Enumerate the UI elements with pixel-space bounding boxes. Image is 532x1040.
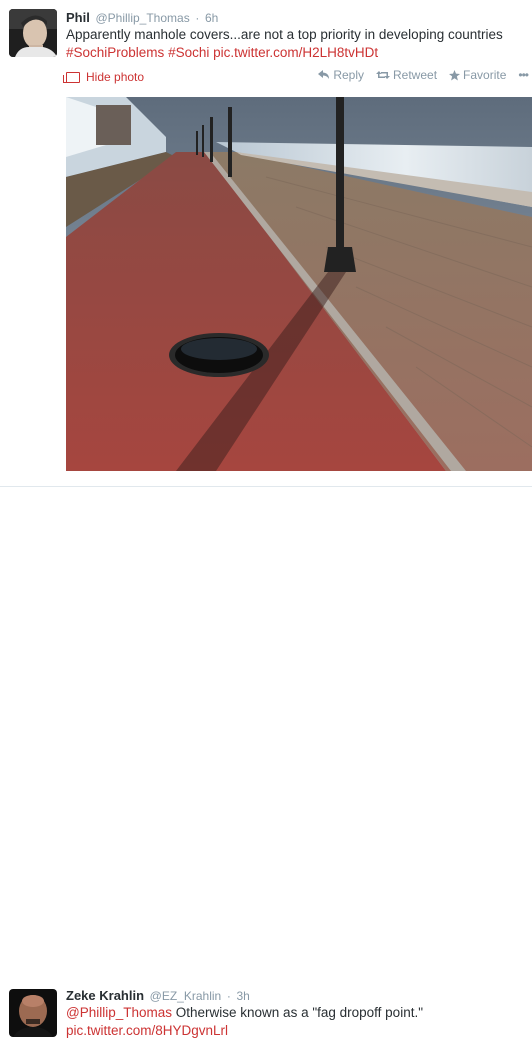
author-name[interactable]: Phil <box>66 10 90 25</box>
author-name[interactable]: Zeke Krahlin <box>66 988 144 1003</box>
avatar-zeke[interactable] <box>9 989 57 1037</box>
tweet-photo[interactable] <box>66 97 532 471</box>
photo-image <box>66 97 532 471</box>
tweet-text: Apparently manhole covers...are not a to… <box>66 26 532 62</box>
reply-label: Reply <box>333 68 364 82</box>
photo-icon <box>63 71 80 83</box>
separator-dot: · <box>195 11 200 25</box>
more-icon: ••• <box>518 68 529 82</box>
favorite-button[interactable]: Favorite <box>449 68 506 82</box>
hide-photo-label: Hide photo <box>86 70 145 84</box>
retweet-button[interactable]: Retweet <box>376 68 437 82</box>
tweet-body: Otherwise known as a "fag dropoff point.… <box>175 1005 423 1020</box>
more-button[interactable]: ••• <box>518 68 529 82</box>
tweet-time[interactable]: 3h <box>236 989 249 1003</box>
tweet-actions: Reply Retweet Favorite ••• <box>318 68 529 82</box>
tweet-phil: Phil @Phillip_Thomas · 6h Apparently man… <box>0 0 532 487</box>
author-handle[interactable]: @EZ_Krahlin <box>150 989 222 1003</box>
hide-photo-button[interactable]: Hide photo <box>63 70 145 84</box>
author-handle[interactable]: @Phillip_Thomas <box>95 11 189 25</box>
tweet-time[interactable]: 6h <box>205 11 218 25</box>
separator-dot: · <box>226 989 231 1003</box>
photo-link[interactable]: pic.twitter.com/H2LH8tvHDt <box>213 45 378 60</box>
retweet-label: Retweet <box>393 68 438 82</box>
hashtag-sochi[interactable]: #Sochi <box>168 45 209 60</box>
avatar-phil[interactable] <box>9 9 57 57</box>
hashtag-sochiproblems[interactable]: #SochiProblems <box>66 45 164 60</box>
tweet-text: @Phillip_Thomas Otherwise known as a "fa… <box>66 1004 526 1040</box>
reply-button[interactable]: Reply <box>318 68 364 82</box>
tweet-body: Apparently manhole covers...are not a to… <box>66 27 503 42</box>
reply-icon <box>318 70 330 79</box>
photo-link[interactable]: pic.twitter.com/8HYDgvnLrl <box>66 1023 228 1038</box>
star-icon <box>449 69 461 81</box>
mention-link[interactable]: @Phillip_Thomas <box>66 1005 172 1020</box>
retweet-icon <box>376 71 390 79</box>
favorite-label: Favorite <box>463 68 507 82</box>
tweet-header: Phil @Phillip_Thomas · 6h <box>66 10 218 25</box>
tweet-header: Zeke Krahlin @EZ_Krahlin · 3h <box>66 988 250 1003</box>
